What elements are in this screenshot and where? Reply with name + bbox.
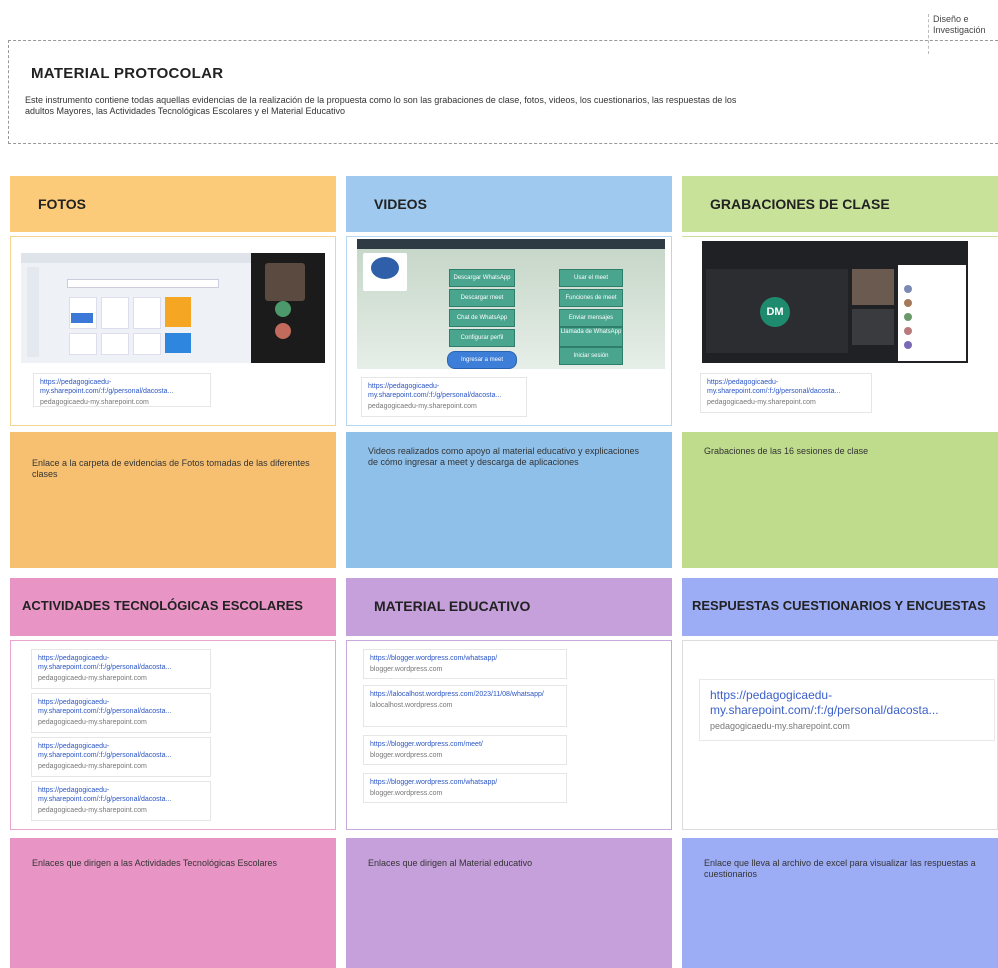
material-link-card[interactable]: https://lalocalhost.wordpress.com/2023/1…: [363, 685, 567, 727]
link-domain: pedagogicaedu-my.sharepoint.com: [38, 807, 147, 814]
app-button[interactable]: Descargar WhatsApp: [449, 269, 515, 287]
link-url[interactable]: https://pedagogicaedu-my.sharepoint.com/…: [38, 698, 204, 716]
link-domain: pedagogicaedu-my.sharepoint.com: [710, 721, 850, 731]
fotos-description-box: Enlace a la carpeta de evidencias de Fot…: [10, 432, 336, 568]
column-header-grabaciones: GRABACIONES DE CLASE: [682, 176, 998, 232]
actividades-links-panel: https://pedagogicaedu-my.sharepoint.com/…: [10, 640, 336, 830]
actividades-link-card[interactable]: https://pedagogicaedu-my.sharepoint.com/…: [31, 737, 211, 777]
videos-link-card[interactable]: https://pedagogicaedu-my.sharepoint.com/…: [361, 377, 527, 417]
app-button[interactable]: Chat de WhatsApp: [449, 309, 515, 327]
link-url[interactable]: https://pedagogicaedu-my.sharepoint.com/…: [707, 378, 865, 396]
grabaciones-description: Grabaciones de las 16 sesiones de clase: [704, 446, 869, 456]
app-button[interactable]: Descargar meet: [449, 289, 515, 307]
grabaciones-preview-panel: DM https://pedagogicaedu-my.sharepoint.c…: [682, 236, 998, 426]
material-link-card[interactable]: https://blogger.wordpress.com/meet/ blog…: [363, 735, 567, 765]
fotos-preview-panel: https://pedagogicaedu-my.sharepoint.com/…: [10, 236, 336, 426]
column-header-videos: VIDEOS: [346, 176, 672, 232]
actividades-description: Enlaces que dirigen a las Actividades Te…: [32, 858, 277, 868]
column-header-fotos: FOTOS: [10, 176, 336, 232]
videos-description-box: Videos realizados como apoyo al material…: [346, 432, 672, 568]
material-link-card[interactable]: https://blogger.wordpress.com/whatsapp/ …: [363, 773, 567, 803]
header-frame: MATERIAL PROTOCOLAR Este instrumento con…: [8, 40, 998, 144]
link-url[interactable]: https://pedagogicaedu-my.sharepoint.com/…: [38, 654, 204, 672]
app-button[interactable]: Funciones de meet: [559, 289, 623, 307]
link-domain: lalocalhost.wordpress.com: [370, 702, 453, 709]
link-domain: blogger.wordpress.com: [370, 752, 443, 759]
respuestas-description-box: Enlace que lleva al archivo de excel par…: [682, 838, 998, 968]
page-title: MATERIAL PROTOCOLAR: [31, 65, 224, 82]
actividades-description-box: Enlaces que dirigen a las Actividades Te…: [10, 838, 336, 968]
link-url[interactable]: https://lalocalhost.wordpress.com/2023/1…: [370, 690, 560, 699]
column-title: VIDEOS: [374, 196, 427, 212]
column-header-material: MATERIAL EDUCATIVO: [346, 578, 672, 636]
grabaciones-link-card[interactable]: https://pedagogicaedu-my.sharepoint.com/…: [700, 373, 872, 413]
app-button[interactable]: Iniciar sesión: [559, 347, 623, 365]
link-domain: pedagogicaedu-my.sharepoint.com: [38, 719, 147, 726]
participant-avatar: DM: [760, 297, 790, 327]
material-description-box: Enlaces que dirigen al Material educativ…: [346, 838, 672, 968]
column-title: FOTOS: [38, 196, 86, 212]
column-header-respuestas: RESPUESTAS CUESTIONARIOS Y ENCUESTAS: [682, 578, 998, 636]
grabaciones-description-box: Grabaciones de las 16 sesiones de clase: [682, 432, 998, 568]
fotos-screenshot[interactable]: [21, 253, 325, 363]
link-url[interactable]: https://pedagogicaedu-my.sharepoint.com/…: [38, 786, 204, 804]
material-links-panel: https://blogger.wordpress.com/whatsapp/ …: [346, 640, 672, 830]
fotos-description: Enlace a la carpeta de evidencias de Fot…: [32, 458, 310, 479]
grabaciones-screenshot[interactable]: DM: [702, 241, 968, 363]
link-domain: blogger.wordpress.com: [370, 790, 443, 797]
link-url[interactable]: https://pedagogicaedu-my.sharepoint.com/…: [710, 688, 984, 718]
respuestas-links-panel: https://pedagogicaedu-my.sharepoint.com/…: [682, 640, 998, 830]
app-button[interactable]: Enviar mensajes: [559, 309, 623, 327]
material-link-card[interactable]: https://blogger.wordpress.com/whatsapp/ …: [363, 649, 567, 679]
actividades-link-card[interactable]: https://pedagogicaedu-my.sharepoint.com/…: [31, 693, 211, 733]
link-domain: pedagogicaedu-my.sharepoint.com: [40, 399, 149, 406]
link-url[interactable]: https://blogger.wordpress.com/whatsapp/: [370, 778, 560, 787]
material-description: Enlaces que dirigen al Material educativ…: [368, 858, 533, 868]
column-header-actividades: ACTIVIDADES TECNOLÓGICAS ESCOLARES: [10, 578, 336, 636]
link-url[interactable]: https://pedagogicaedu-my.sharepoint.com/…: [40, 378, 204, 396]
actividades-link-card[interactable]: https://pedagogicaedu-my.sharepoint.com/…: [31, 649, 211, 689]
app-button[interactable]: Usar el meet: [559, 269, 623, 287]
column-title: GRABACIONES DE CLASE: [710, 196, 890, 212]
column-title: ACTIVIDADES TECNOLÓGICAS ESCOLARES: [22, 598, 303, 613]
respuestas-description: Enlace que lleva al archivo de excel par…: [704, 858, 976, 879]
videos-preview-panel: Descargar WhatsApp Descargar meet Chat d…: [346, 236, 672, 426]
corner-note-text: Diseño e Investigación: [933, 14, 986, 35]
videos-description: Videos realizados como apoyo al material…: [368, 446, 639, 467]
link-url[interactable]: https://pedagogicaedu-my.sharepoint.com/…: [38, 742, 204, 760]
link-url[interactable]: https://pedagogicaedu-my.sharepoint.com/…: [368, 382, 520, 400]
column-title: RESPUESTAS CUESTIONARIOS Y ENCUESTAS: [692, 598, 986, 613]
actividades-link-card[interactable]: https://pedagogicaedu-my.sharepoint.com/…: [31, 781, 211, 821]
link-domain: pedagogicaedu-my.sharepoint.com: [38, 763, 147, 770]
app-button[interactable]: Ingresar a meet: [447, 351, 517, 369]
link-domain: blogger.wordpress.com: [370, 666, 443, 673]
app-button[interactable]: Configurar perfil: [449, 329, 515, 347]
link-url[interactable]: https://blogger.wordpress.com/whatsapp/: [370, 654, 560, 663]
page-description: Este instrumento contiene todas aquellas…: [25, 95, 737, 116]
app-button[interactable]: Llamada de WhatsApp: [559, 327, 623, 347]
link-domain: pedagogicaedu-my.sharepoint.com: [38, 675, 147, 682]
link-domain: pedagogicaedu-my.sharepoint.com: [368, 403, 477, 410]
respuestas-link-card[interactable]: https://pedagogicaedu-my.sharepoint.com/…: [699, 679, 995, 741]
videos-screenshot[interactable]: Descargar WhatsApp Descargar meet Chat d…: [357, 239, 665, 369]
column-title: MATERIAL EDUCATIVO: [374, 598, 531, 614]
link-domain: pedagogicaedu-my.sharepoint.com: [707, 399, 816, 406]
fotos-link-card[interactable]: https://pedagogicaedu-my.sharepoint.com/…: [33, 373, 211, 407]
link-url[interactable]: https://blogger.wordpress.com/meet/: [370, 740, 560, 749]
